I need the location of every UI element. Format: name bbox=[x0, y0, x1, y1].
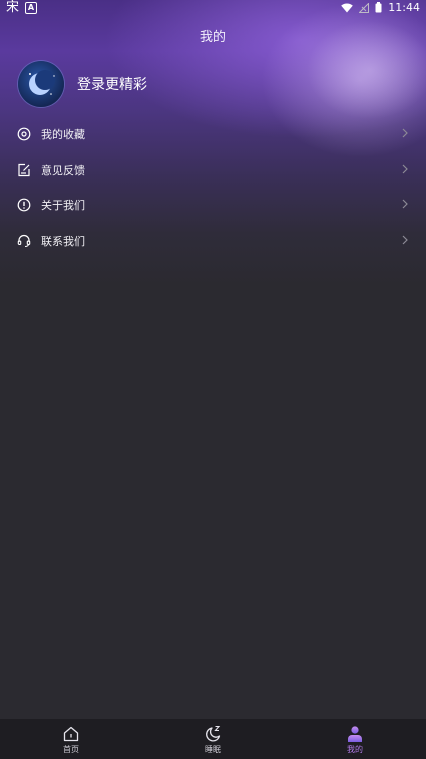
profile-section[interactable]: 登录更精彩 bbox=[18, 61, 147, 107]
menu-item-favorites[interactable]: 我的收藏 bbox=[0, 116, 426, 152]
clock: 11:44 bbox=[388, 1, 420, 14]
disc-icon bbox=[17, 127, 31, 141]
menu-item-label: 关于我们 bbox=[41, 199, 85, 213]
tab-label: 我的 bbox=[347, 745, 363, 754]
chevron-right-icon bbox=[402, 199, 408, 209]
menu-item-contact[interactable]: 联系我们 bbox=[0, 223, 426, 259]
tab-label: 睡眠 bbox=[205, 745, 221, 754]
menu-item-label: 我的收藏 bbox=[41, 128, 85, 141]
person-icon bbox=[348, 726, 362, 742]
page-title: 我的 bbox=[199, 30, 226, 45]
sleep-moon-icon bbox=[206, 725, 221, 742]
info-circle-icon bbox=[17, 198, 31, 212]
login-prompt[interactable]: 登录更精彩 bbox=[77, 74, 147, 94]
battery-icon bbox=[375, 2, 382, 13]
status-right: 11:44 bbox=[341, 1, 420, 14]
tab-home[interactable]: 首页 bbox=[0, 719, 142, 759]
notification-glyph: 宋 bbox=[6, 0, 20, 15]
tab-label: 首页 bbox=[63, 745, 79, 754]
feedback-edit-icon bbox=[18, 163, 30, 176]
menu-item-label: 意见反馈 bbox=[41, 163, 85, 177]
menu-item-label: 联系我们 bbox=[41, 234, 85, 248]
signal-off-icon bbox=[359, 2, 370, 13]
home-icon bbox=[63, 726, 79, 742]
settings-menu: 我的收藏 意见反馈 关于我们 联系我们 bbox=[0, 116, 426, 258]
tab-sleep[interactable]: 睡眠 bbox=[142, 719, 284, 759]
chevron-right-icon bbox=[402, 128, 408, 138]
status-bar: 宋 A 11:44 bbox=[0, 0, 426, 17]
menu-item-about[interactable]: 关于我们 bbox=[0, 187, 426, 223]
tab-mine[interactable]: 我的 bbox=[284, 719, 426, 759]
wifi-icon bbox=[341, 2, 354, 12]
status-left: 宋 A bbox=[6, 0, 38, 15]
chevron-right-icon bbox=[402, 164, 408, 174]
avatar[interactable] bbox=[18, 61, 64, 107]
bottom-tab-bar: 首页 睡眠 我的 bbox=[0, 719, 426, 759]
moon-icon bbox=[29, 70, 55, 95]
notification-badge: A bbox=[25, 2, 38, 14]
chevron-right-icon bbox=[402, 235, 408, 245]
menu-item-feedback[interactable]: 意见反馈 bbox=[0, 152, 426, 188]
headset-icon bbox=[17, 234, 31, 247]
